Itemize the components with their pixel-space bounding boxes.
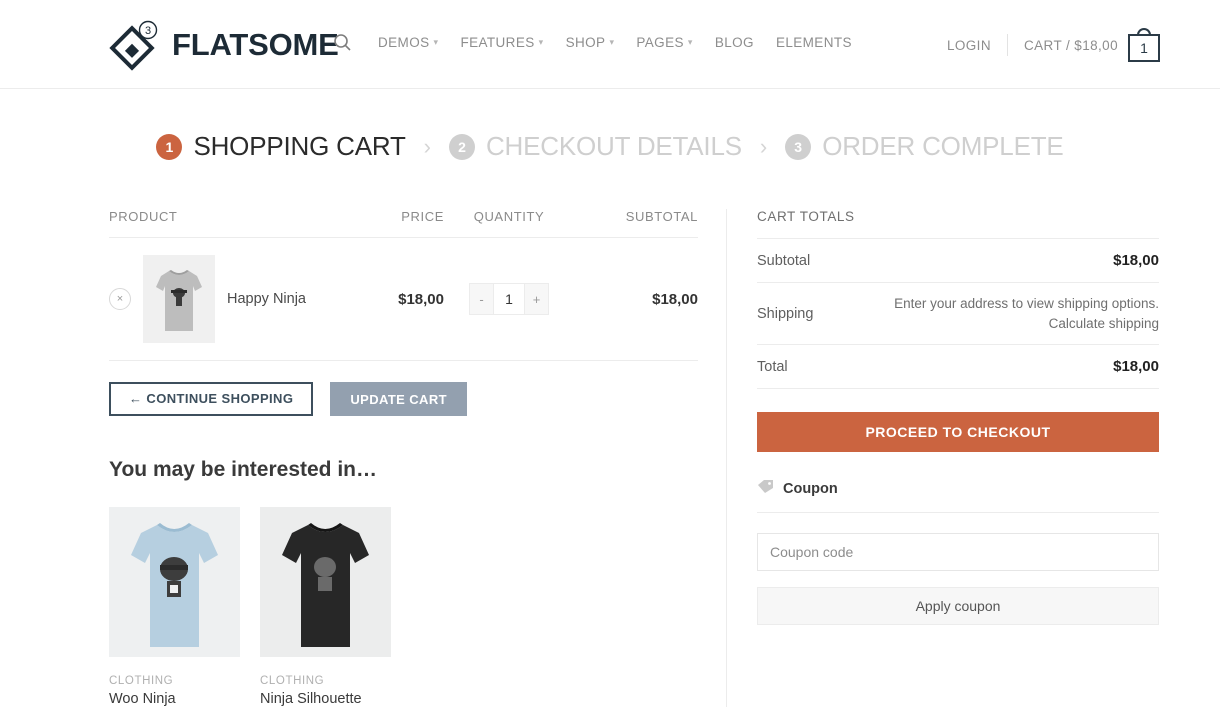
cart-item-price: $18,00 — [398, 290, 444, 308]
nav-label: DEMOS — [378, 35, 430, 50]
related-product-image[interactable] — [109, 507, 240, 657]
logo-badge-count: 3 — [145, 25, 151, 37]
coupon-code-input[interactable] — [757, 533, 1159, 571]
nav-item-shop[interactable]: SHOP ▾ — [566, 35, 615, 50]
cart-link[interactable]: CART / $18,00 — [1008, 38, 1128, 53]
cart-action-buttons: ← CONTINUE SHOPPING UPDATE CART — [109, 382, 698, 416]
flatsome-diamond-logo-icon: 3 — [109, 19, 161, 71]
update-cart-button[interactable]: UPDATE CART — [330, 382, 467, 416]
continue-shopping-button[interactable]: ← CONTINUE SHOPPING — [109, 382, 314, 416]
remove-item-button[interactable]: × — [109, 288, 131, 310]
step-number: 1 — [156, 133, 183, 160]
quantity-stepper: - 1 + — [469, 283, 549, 315]
cart-table-column: PRODUCT PRICE QUANTITY SUBTOTAL × Happy … — [109, 209, 698, 707]
step-number: 3 — [785, 133, 812, 160]
shipping-row: Shipping Enter your address to view ship… — [757, 283, 1159, 345]
related-product-name[interactable]: Ninja Silhouette — [260, 691, 391, 707]
chevron-down-icon: ▾ — [687, 37, 693, 47]
apply-coupon-button[interactable]: Apply coupon — [757, 587, 1159, 625]
proceed-to-checkout-button[interactable]: PROCEED TO CHECKOUT — [757, 412, 1159, 452]
nav-item-blog[interactable]: BLOG — [715, 35, 754, 50]
chevron-down-icon: ▾ — [433, 37, 439, 47]
total-value: $18,00 — [1113, 358, 1159, 375]
product-thumbnail[interactable] — [143, 255, 215, 343]
cart-item-quantity: - 1 + — [444, 283, 574, 315]
main-navigation: DEMOS ▾ FEATURES ▾ SHOP ▾ PAGES ▾ BLOG E… — [333, 33, 852, 52]
chevron-down-icon: ▾ — [538, 37, 544, 47]
step-label: SHOPPING CART — [193, 131, 406, 161]
quantity-input[interactable]: 1 — [493, 284, 525, 314]
shipping-note: Enter your address to view shipping opti… — [894, 296, 1159, 311]
nav-label: PAGES — [636, 35, 684, 50]
checkout-steps: 1 SHOPPING CART › 2 CHECKOUT DETAILS › 3… — [0, 131, 1220, 162]
step-separator-icon: › — [423, 133, 431, 159]
logo-text: FLATSOME — [172, 27, 339, 62]
list-item[interactable]: CLOTHING Ninja Silhouette — [260, 507, 391, 707]
cart-item-subtotal: $18,00 — [652, 290, 698, 308]
related-product-category: CLOTHING — [109, 675, 174, 687]
total-label: Total — [757, 358, 788, 375]
coupon-title: Coupon — [783, 480, 838, 497]
column-header-price: PRICE — [401, 209, 444, 224]
subtotal-label: Subtotal — [757, 252, 811, 269]
step-shopping-cart[interactable]: 1 SHOPPING CART — [156, 131, 406, 162]
step-label: CHECKOUT DETAILS — [485, 131, 742, 161]
column-header-product: PRODUCT — [109, 209, 178, 224]
site-header: 3 FLATSOME DEMOS ▾ FEATURES ▾ SHOP ▾ PAG… — [0, 0, 1220, 89]
shipping-label: Shipping — [757, 305, 814, 322]
nav-label: SHOP — [565, 35, 606, 50]
nav-label: FEATURES — [460, 35, 535, 50]
nav-item-demos[interactable]: DEMOS ▾ — [378, 35, 438, 50]
shopping-bag-icon[interactable]: 1 — [1128, 28, 1160, 62]
nav-item-pages[interactable]: PAGES ▾ — [636, 35, 692, 50]
step-label: ORDER COMPLETE — [822, 131, 1064, 161]
column-divider — [726, 209, 727, 707]
cart-totals-title: CART TOTALS — [757, 209, 1159, 239]
nav-label: BLOG — [714, 35, 754, 50]
cart-count-badge: 1 — [1128, 34, 1160, 62]
subtotal-row: Subtotal $18,00 — [757, 239, 1159, 283]
cart-item-product: × Happy Ninja — [109, 255, 367, 343]
cart-page: 3 FLATSOME DEMOS ▾ FEATURES ▾ SHOP ▾ PAG… — [0, 0, 1220, 707]
coupon-header: Coupon — [757, 479, 1159, 513]
login-link[interactable]: LOGIN — [947, 38, 1007, 53]
related-product-name[interactable]: Woo Ninja — [109, 691, 240, 707]
related-product-image[interactable] — [260, 507, 391, 657]
related-products-title: You may be interested in… — [109, 458, 378, 481]
step-checkout-details[interactable]: 2 CHECKOUT DETAILS — [448, 131, 742, 162]
table-row: × Happy Ninja $18,00 - 1 + $18,00 — [109, 238, 698, 361]
shipping-info: Enter your address to view shipping opti… — [894, 296, 1159, 331]
nav-item-features[interactable]: FEATURES ▾ — [460, 35, 543, 50]
related-product-category: CLOTHING — [260, 675, 325, 687]
column-header-subtotal: SUBTOTAL — [625, 209, 698, 224]
chevron-down-icon: ▾ — [609, 37, 615, 47]
tag-icon — [757, 479, 774, 498]
total-row: Total $18,00 — [757, 345, 1159, 389]
related-products-grid: CLOTHING Woo Ninja CLOTHING Ninja Silhou… — [109, 507, 698, 707]
list-item[interactable]: CLOTHING Woo Ninja — [109, 507, 240, 707]
quantity-decrease-button[interactable]: - — [470, 284, 493, 314]
calculate-shipping-link[interactable]: Calculate shipping — [894, 316, 1159, 331]
header-actions: LOGIN CART / $18,00 1 — [947, 28, 1160, 62]
subtotal-value: $18,00 — [1113, 252, 1159, 269]
search-icon[interactable] — [333, 33, 352, 52]
cart-table-header: PRODUCT PRICE QUANTITY SUBTOTAL — [109, 209, 698, 238]
logo[interactable]: 3 FLATSOME — [109, 19, 339, 71]
cart-totals-column: CART TOTALS Subtotal $18,00 Shipping Ent… — [757, 209, 1159, 625]
step-number: 2 — [448, 133, 475, 160]
step-separator-icon: › — [759, 133, 768, 159]
step-order-complete[interactable]: 3 ORDER COMPLETE — [785, 131, 1064, 162]
quantity-increase-button[interactable]: + — [525, 284, 548, 314]
product-name[interactable]: Happy Ninja — [227, 291, 306, 307]
nav-item-elements[interactable]: ELEMENTS — [776, 35, 852, 50]
column-header-quantity: QUANTITY — [473, 209, 545, 224]
nav-label: ELEMENTS — [775, 35, 852, 50]
